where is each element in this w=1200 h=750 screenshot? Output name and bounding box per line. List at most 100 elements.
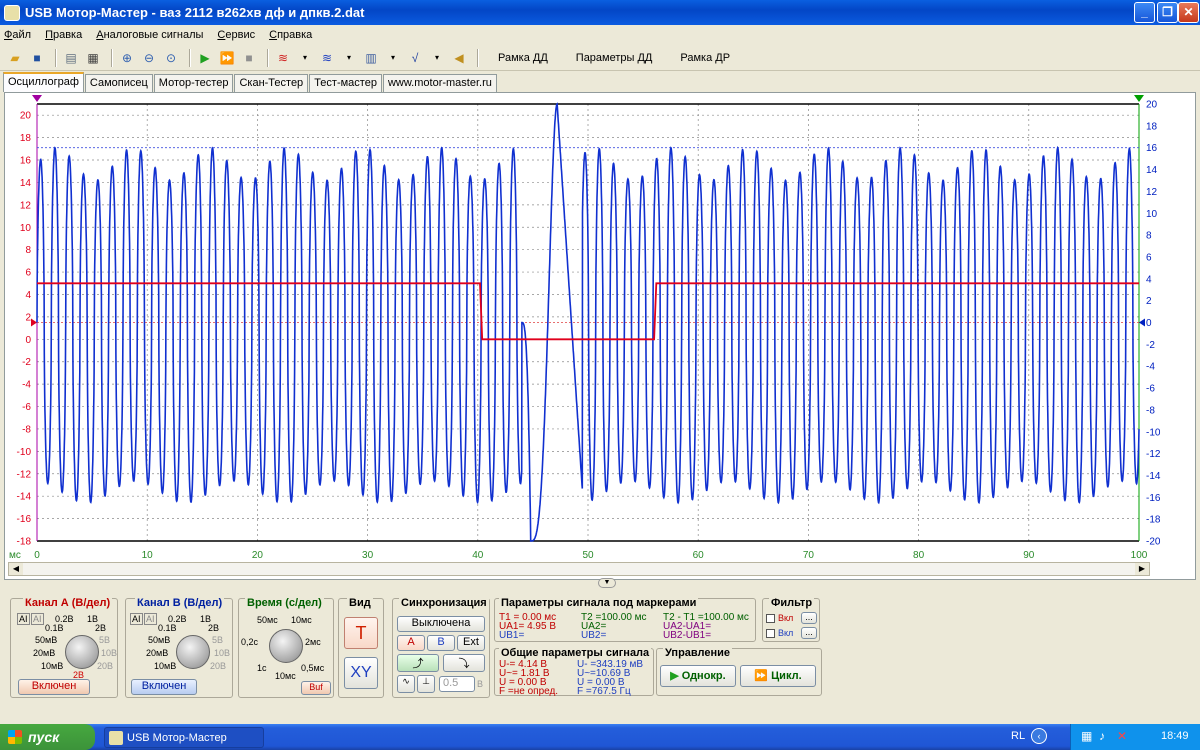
sync-b-button[interactable]: B: [427, 635, 455, 651]
sync-state-button[interactable]: Выключена: [397, 616, 485, 632]
single-run-button[interactable]: ▶ Однокр.: [660, 665, 736, 687]
channel-b-ai2-icon[interactable]: AI: [144, 613, 157, 625]
minimize-button[interactable]: _: [1134, 2, 1155, 23]
tab-oscilloscope[interactable]: Осциллограф: [3, 72, 84, 92]
sync-title: Синхронизация: [399, 597, 489, 609]
cycle-run-button[interactable]: ⏩ Цикл.: [740, 665, 816, 687]
security-icon[interactable]: ✕: [1117, 729, 1127, 743]
dropdown-arrow-icon[interactable]: ▾: [428, 49, 446, 67]
filter-a-label: Вкл: [778, 613, 794, 623]
filter-b-label: Вкл: [778, 628, 794, 638]
collapse-panel-icon[interactable]: ▼: [598, 578, 616, 588]
channel-a-scale-label: 2В: [95, 623, 107, 633]
view-time-button[interactable]: T: [344, 617, 378, 649]
time-scale-label: 0,5мс: [301, 663, 325, 673]
sync-rising-edge-icon[interactable]: ⤴: [397, 654, 439, 672]
frame-dd-button[interactable]: Рамка ДД: [498, 52, 548, 64]
menu-edit[interactable]: Правка: [45, 29, 82, 41]
channel-b-volts-knob[interactable]: [176, 635, 210, 669]
y-right-tick-label: 2: [1146, 296, 1152, 307]
maximize-button[interactable]: ❐: [1157, 2, 1178, 23]
menu-analog-signals[interactable]: Аналоговые сигналы: [96, 29, 203, 41]
play-icon: ▶: [670, 670, 682, 682]
buffer-button[interactable]: Buf: [301, 681, 331, 695]
tab-test-master[interactable]: Тест-мастер: [309, 74, 382, 92]
dropdown-arrow-icon[interactable]: ▾: [296, 49, 314, 67]
tray-nav-icon[interactable]: ‹: [1031, 728, 1047, 744]
sync-a-button[interactable]: A: [397, 635, 425, 651]
filter-b-checkbox[interactable]: [766, 629, 775, 638]
zoom-out-icon[interactable]: ⊖: [140, 49, 158, 67]
tab-scan-tester[interactable]: Скан-Тестер: [234, 74, 309, 92]
channel-a-ai-icon[interactable]: AI: [17, 613, 30, 625]
sqrt-function-icon[interactable]: √: [406, 49, 424, 67]
signal-red-icon[interactable]: ≋: [274, 49, 292, 67]
channel-b-ai-icon[interactable]: AI: [130, 613, 143, 625]
y-right-tick-label: -14: [1146, 471, 1161, 482]
y-left-tick-label: 20: [20, 111, 32, 122]
view-xy-button[interactable]: XY: [344, 657, 378, 689]
tab-recorder[interactable]: Самописец: [84, 74, 153, 92]
print-icon[interactable]: ▦: [84, 49, 102, 67]
x-tick-label: 0: [34, 550, 40, 561]
app-icon: [109, 731, 123, 745]
sync-level-unit: В: [477, 679, 484, 689]
x-tick-label: 40: [472, 550, 484, 561]
dropdown-arrow-icon[interactable]: ▾: [384, 49, 402, 67]
start-label: пуск: [28, 729, 60, 745]
x-tick-label: 30: [362, 550, 374, 561]
taskbar-item-app[interactable]: USB Мотор-Мастер: [104, 727, 264, 748]
play-cycle-icon[interactable]: ⏩: [218, 49, 236, 67]
time-knob[interactable]: [269, 629, 303, 663]
x-tick-label: 70: [803, 550, 815, 561]
toolbar-separator: [111, 48, 113, 67]
scroll-right-icon[interactable]: ▶: [1135, 563, 1149, 575]
channel-a-level-marker-icon: [31, 318, 37, 327]
dropdown-arrow-icon[interactable]: ▾: [340, 49, 358, 67]
menu-file[interactable]: Файл: [4, 29, 31, 41]
oscilloscope-chart[interactable]: 20181614121086420-2-4-6-8-10-12-14-16-18…: [5, 93, 1195, 579]
tab-website[interactable]: www.motor-master.ru: [382, 74, 497, 92]
sync-ext-button[interactable]: Ext: [457, 635, 485, 651]
network-icon[interactable]: ▦: [1081, 729, 1092, 743]
calculator-icon[interactable]: ▥: [362, 49, 380, 67]
marker-dub: UB2-UB1=: [663, 630, 712, 641]
play-icon[interactable]: ▶: [196, 49, 214, 67]
open-folder-icon[interactable]: ▰: [6, 49, 24, 67]
filter-a-checkbox[interactable]: [766, 614, 775, 623]
channel-a-enabled-button[interactable]: Включен: [18, 679, 90, 695]
sync-single-icon[interactable]: ⊥: [417, 675, 435, 693]
sync-auto-icon[interactable]: ∿: [397, 675, 415, 693]
signal-blue-icon[interactable]: ≋: [318, 49, 336, 67]
tab-motor-tester[interactable]: Мотор-тестер: [153, 74, 234, 92]
horizontal-scrollbar[interactable]: ◀ ▶: [8, 562, 1150, 576]
channel-b-scale-label: 0.1В: [158, 623, 177, 633]
channel-a-volts-knob[interactable]: [65, 635, 99, 669]
language-indicator[interactable]: RL: [1011, 730, 1025, 742]
sound-icon[interactable]: ◀: [450, 49, 468, 67]
sync-falling-edge-icon[interactable]: ⤵: [443, 654, 485, 672]
zoom-fit-icon[interactable]: ⊙: [162, 49, 180, 67]
y-left-tick-label: 10: [20, 223, 32, 234]
zoom-in-icon[interactable]: ⊕: [118, 49, 136, 67]
volume-icon[interactable]: ♪: [1099, 729, 1105, 743]
filter-b-settings-button[interactable]: ...: [801, 627, 817, 639]
time-scale-label: 50мс: [257, 615, 278, 625]
scroll-left-icon[interactable]: ◀: [9, 563, 23, 575]
channel-a-ai2-icon[interactable]: AI: [31, 613, 44, 625]
system-tray: RL ‹ ▦ ♪ ✕ 18:49: [1011, 724, 1200, 750]
stop-icon[interactable]: ■: [240, 49, 258, 67]
close-button[interactable]: ✕: [1178, 2, 1199, 23]
y-right-tick-label: -18: [1146, 515, 1161, 526]
frame-dr-button[interactable]: Рамка ДР: [680, 52, 730, 64]
start-button[interactable]: пуск: [0, 724, 95, 750]
filter-a-settings-button[interactable]: ...: [801, 612, 817, 624]
save-icon[interactable]: ■: [28, 49, 46, 67]
menu-service[interactable]: Сервис: [217, 29, 255, 41]
params-dd-button[interactable]: Параметры ДД: [576, 52, 653, 64]
marker-ub2: UB2=: [581, 630, 607, 641]
print-preview-icon[interactable]: ▤: [62, 49, 80, 67]
menu-help[interactable]: Справка: [269, 29, 312, 41]
channel-b-enabled-button[interactable]: Включен: [131, 679, 197, 695]
sync-level-input[interactable]: 0.5: [439, 676, 475, 692]
